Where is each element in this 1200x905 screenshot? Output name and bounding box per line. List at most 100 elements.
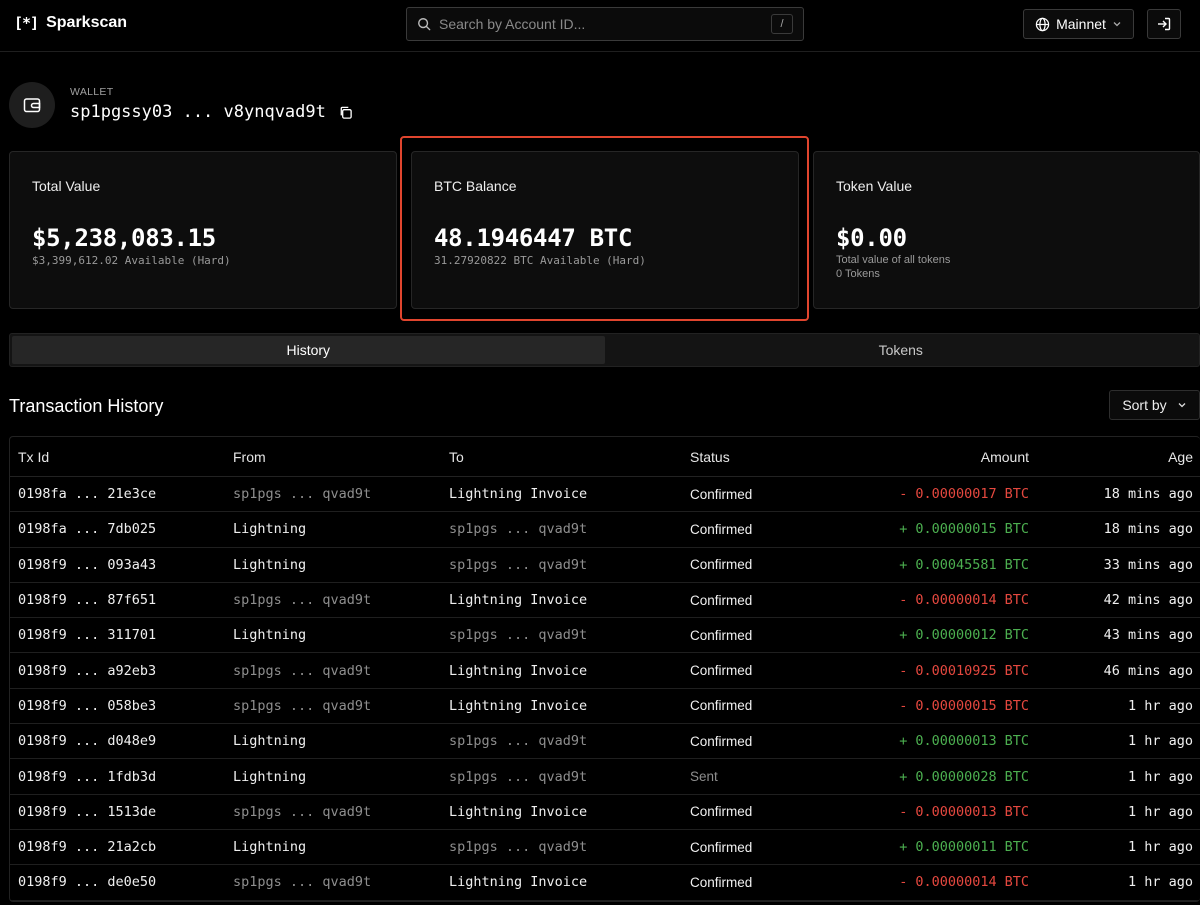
status-text: Confirmed [690, 698, 753, 714]
to-address[interactable]: sp1pgs ... qvad9t [449, 512, 587, 546]
from-address[interactable]: sp1pgs ... qvad9t [233, 865, 371, 899]
from-address: Lightning [233, 556, 307, 573]
amount-sign: - [899, 592, 908, 609]
status-text: Confirmed [690, 874, 753, 890]
column-header-to: To [449, 448, 464, 465]
from-address[interactable]: sp1pgs ... qvad9t [233, 477, 371, 511]
age-text: 1 hr ago [1127, 803, 1193, 820]
amount-value: 0.00000014 [915, 592, 997, 609]
from-address[interactable]: sp1pgs ... qvad9t [233, 653, 371, 687]
wallet-avatar [9, 82, 55, 128]
amount-cell: -0.00010925 BTC [899, 653, 1029, 687]
from-address[interactable]: sp1pgs ... qvad9t [233, 689, 371, 723]
tab-history[interactable]: History [12, 336, 605, 364]
tx-id-link[interactable]: 0198fa ... 7db025 [18, 512, 156, 546]
amount-value: 0.00000013 [915, 803, 997, 820]
table-row[interactable]: 0198f9 ... a92eb3 sp1pgs ... qvad9t Lightn… [10, 653, 1200, 689]
amount-value: 0.00000015 [915, 521, 997, 538]
tx-id-link[interactable]: 0198f9 ... a92eb3 [18, 653, 156, 687]
age-text: 1 hr ago [1127, 874, 1193, 891]
to-address[interactable]: sp1pgs ... qvad9t [449, 830, 587, 864]
table-row[interactable]: 0198f9 ... 1513de sp1pgs ... qvad9t Lightn… [10, 795, 1200, 830]
amount-sign: + [899, 556, 908, 573]
amount-sign: + [899, 733, 908, 750]
column-header-from: From [233, 448, 266, 465]
total-value: $5,238,083.15 [32, 224, 216, 252]
total-value-card: Total Value $5,238,083.15 $3,399,612.02 … [9, 151, 397, 309]
from-address[interactable]: sp1pgs ... qvad9t [233, 583, 371, 617]
tx-id-link[interactable]: 0198f9 ... 87f651 [18, 583, 156, 617]
to-address: Lightning Invoice [449, 592, 588, 609]
card-title: Total Value [32, 178, 101, 194]
amount-unit: BTC [1004, 556, 1029, 573]
to-address: Lightning Invoice [449, 486, 588, 503]
sort-label: Sort by [1122, 397, 1167, 413]
from-address: Lightning [233, 733, 307, 750]
logo[interactable]: [*] Sparkscan [14, 14, 127, 32]
amount-value: 0.00000011 [915, 839, 997, 856]
status-text: Confirmed [690, 486, 753, 502]
tx-id-link[interactable]: 0198f9 ... 1513de [18, 795, 156, 829]
token-value-card: Token Value $0.00 Total value of all tok… [813, 151, 1200, 309]
amount-value: 0.00000028 [915, 768, 997, 785]
amount-unit: BTC [1004, 592, 1029, 609]
to-address[interactable]: sp1pgs ... qvad9t [449, 724, 587, 758]
amount-sign: + [899, 521, 908, 538]
sort-by-button[interactable]: Sort by [1109, 390, 1200, 420]
tx-id-link[interactable]: 0198f9 ... d048e9 [18, 724, 156, 758]
to-address[interactable]: sp1pgs ... qvad9t [449, 548, 587, 582]
table-row[interactable]: 0198f9 ... 87f651 sp1pgs ... qvad9t Lightn… [10, 583, 1200, 619]
table-row[interactable]: 0198f9 ... 093a43 Lightning sp1pgs ... qva… [10, 548, 1200, 583]
tx-id-link[interactable]: 0198f9 ... 058be3 [18, 689, 156, 723]
tx-id-link[interactable]: 0198f9 ... 21a2cb [18, 830, 156, 864]
tx-id-link[interactable]: 0198f9 ... 311701 [18, 618, 156, 652]
search-input[interactable] [439, 16, 771, 32]
age-text: 1 hr ago [1127, 768, 1193, 785]
amount-unit: BTC [1004, 874, 1029, 891]
from-address: Lightning [233, 521, 307, 538]
amount-cell: -0.00000014 BTC [899, 583, 1029, 617]
amount-unit: BTC [1004, 521, 1029, 538]
amount-unit: BTC [1004, 627, 1029, 644]
table-row[interactable]: 0198f9 ... de0e50 sp1pgs ... qvad9t Lightn… [10, 865, 1200, 901]
table-row[interactable]: 0198f9 ... 1fdb3d Lightning sp1pgs ... qva… [10, 759, 1200, 795]
table-row[interactable]: 0198f9 ... d048e9 Lightning sp1pgs ... qva… [10, 724, 1200, 760]
app-name: Sparkscan [46, 14, 128, 31]
wallet-address: sp1pgssy03 ... v8ynqvad9t [70, 102, 326, 122]
to-address[interactable]: sp1pgs ... qvad9t [449, 759, 587, 793]
tx-id-link[interactable]: 0198f9 ... de0e50 [18, 865, 156, 899]
from-address: Lightning [233, 768, 307, 785]
age-text: 18 mins ago [1103, 486, 1193, 503]
to-address[interactable]: sp1pgs ... qvad9t [449, 618, 587, 652]
tx-id-link[interactable]: 0198f9 ... 1fdb3d [18, 759, 156, 793]
amount-unit: BTC [1004, 697, 1029, 714]
status-text: Confirmed [690, 627, 753, 643]
amount-unit: BTC [1004, 803, 1029, 820]
tx-id-link[interactable]: 0198fa ... 21e3ce [18, 477, 156, 511]
table-row[interactable]: 0198f9 ... 21a2cb Lightning sp1pgs ... qva… [10, 830, 1200, 866]
table-row[interactable]: 0198f9 ... 311701 Lightning sp1pgs ... qva… [10, 618, 1200, 654]
network-selector[interactable]: Mainnet [1023, 9, 1134, 39]
table-row[interactable]: 0198f9 ... 058be3 sp1pgs ... qvad9t Lightn… [10, 689, 1200, 725]
amount-value: 0.00000013 [915, 733, 997, 750]
view-tabs: History Tokens [9, 333, 1200, 367]
tx-id-link[interactable]: 0198f9 ... 093a43 [18, 548, 156, 582]
chevron-down-icon [1178, 403, 1186, 408]
column-header-amount: Amount [980, 448, 1029, 465]
tab-tokens[interactable]: Tokens [605, 336, 1198, 364]
token-count: 0 Tokens [836, 268, 880, 280]
status-text: Confirmed [690, 592, 753, 608]
table-row[interactable]: 0198fa ... 21e3ce sp1pgs ... qvad9t Lightn… [10, 477, 1200, 513]
login-button[interactable] [1147, 9, 1181, 39]
amount-sign: + [899, 627, 908, 644]
total-value-available: $3,399,612.02 Available (Hard) [32, 254, 231, 267]
sign-in-icon [1158, 17, 1171, 31]
from-address[interactable]: sp1pgs ... qvad9t [233, 795, 371, 829]
network-label: Mainnet [1056, 16, 1106, 32]
copy-icon[interactable] [338, 105, 353, 120]
table-row[interactable]: 0198fa ... 7db025 Lightning sp1pgs ... qva… [10, 512, 1200, 548]
amount-cell: -0.00000014 BTC [899, 865, 1029, 899]
age-text: 33 mins ago [1103, 556, 1193, 573]
to-address: Lightning Invoice [449, 697, 588, 714]
search-box[interactable]: / [406, 7, 804, 41]
